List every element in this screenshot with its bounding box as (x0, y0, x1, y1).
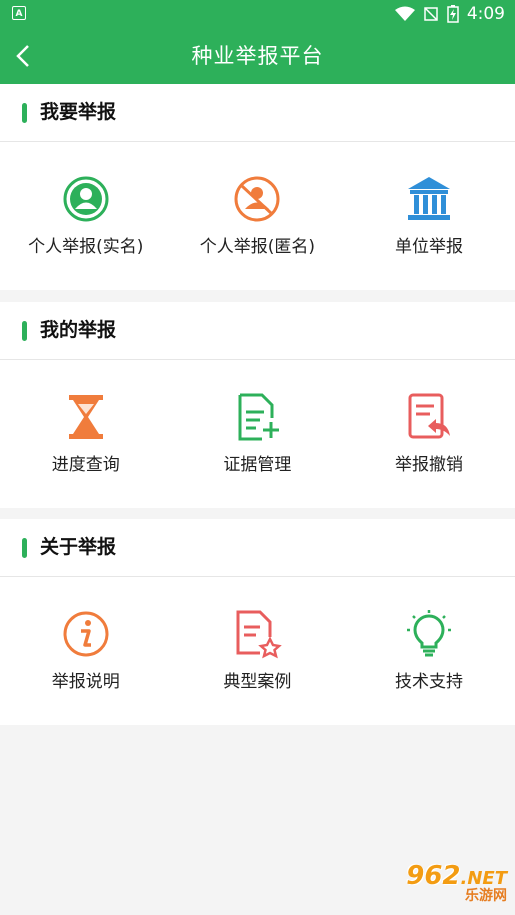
document-star-icon (236, 610, 283, 659)
chevron-left-icon (16, 45, 29, 67)
section-marker (22, 103, 27, 123)
grid-item-label: 典型案例 (223, 672, 292, 692)
no-signal-icon (424, 7, 438, 21)
app-bar: 种业举报平台 (0, 28, 515, 84)
section-title: 我的举报 (40, 319, 117, 341)
grid-item-label: 举报撤销 (394, 455, 463, 475)
watermark-main: 962 (406, 861, 461, 891)
section-about: 关于举报 举报说明 典型案例 技术支持 (0, 519, 515, 725)
grid-item-report-withdraw[interactable]: 举报撤销 (343, 360, 515, 508)
grid-item-anonymous-report[interactable]: 个人举报(匿名) (172, 142, 344, 290)
app-notification-icon: A (12, 6, 26, 20)
lightbulb-icon (406, 610, 451, 657)
page-title: 种业举报平台 (191, 44, 324, 68)
document-undo-icon (408, 393, 450, 439)
grid-item-tech-support[interactable]: 技术支持 (343, 577, 515, 725)
section-marker (22, 538, 27, 558)
status-icons: 4:09 (394, 4, 505, 24)
section-marker (22, 321, 27, 341)
grid-item-label: 举报说明 (51, 672, 120, 692)
grid-item-report-instructions[interactable]: 举报说明 (0, 577, 172, 725)
grid-item-organization-report[interactable]: 单位举报 (343, 142, 515, 290)
section-title: 我要举报 (40, 101, 117, 123)
grid-item-real-name-report[interactable]: 个人举报(实名) (0, 142, 172, 290)
grid-item-label: 个人举报(实名) (28, 237, 144, 257)
hourglass-icon (68, 395, 103, 439)
grid-item-label: 技术支持 (394, 672, 463, 692)
section-report: 我要举报 个人举报(实名) 个人举报(匿名) 单位举报 (0, 84, 515, 290)
grid-item-label: 进度查询 (51, 455, 120, 475)
status-bar: A 4:09 (0, 0, 515, 28)
building-icon (407, 177, 450, 220)
clock: 4:09 (466, 4, 505, 24)
grid-item-label: 个人举报(匿名) (199, 237, 316, 257)
back-button[interactable] (6, 36, 46, 76)
grid-item-label: 证据管理 (223, 455, 292, 475)
grid-item-typical-cases[interactable]: 典型案例 (172, 577, 344, 725)
grid-item-label: 单位举报 (394, 237, 463, 257)
section-header: 关于举报 (0, 519, 515, 577)
grid-item-evidence-management[interactable]: 证据管理 (172, 360, 344, 508)
wifi-icon (394, 6, 415, 21)
document-add-icon (238, 393, 280, 441)
section-title: 关于举报 (40, 536, 117, 558)
section-header: 我的举报 (0, 302, 515, 360)
section-my-reports: 我的举报 进度查询 证据管理 举报撤销 (0, 302, 515, 508)
watermark-logo: 962.NET 乐游网 (406, 861, 507, 905)
person-circle-icon (63, 176, 109, 222)
grid-item-progress-query[interactable]: 进度查询 (0, 360, 172, 508)
section-header: 我要举报 (0, 84, 515, 142)
battery-charging-icon (447, 5, 459, 23)
anonymous-person-icon (234, 176, 280, 222)
info-icon (63, 611, 109, 657)
